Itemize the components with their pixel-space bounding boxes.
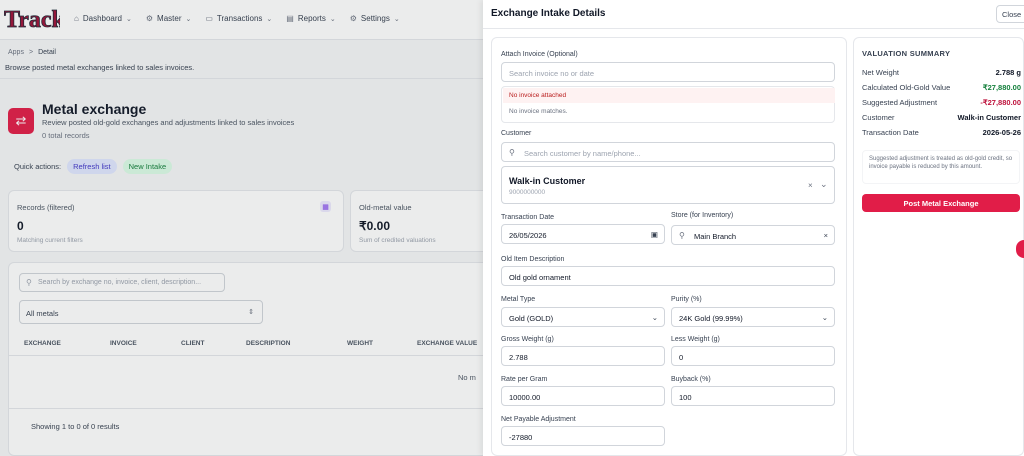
net-payable-input[interactable]: -27880: [501, 426, 665, 446]
no-invoice-matches: No invoice matches.: [509, 108, 568, 115]
chevron-down-icon[interactable]: ⌄: [820, 179, 828, 190]
invoice-alert: No invoice attached No invoice matches.: [501, 86, 835, 123]
gross-weight-input[interactable]: 2.788: [501, 346, 665, 366]
purity-select[interactable]: 24K Gold (99.99%) ⌄: [671, 307, 835, 327]
customer-search-input[interactable]: ⚲ Search customer by name/phone...: [501, 142, 835, 162]
summary-row-calculated-value: Calculated Old-Gold Value ₹27,880.00: [862, 83, 1021, 92]
customer-select[interactable]: Walk-in Customer 9000000000 × ⌄: [501, 166, 835, 204]
old-item-input[interactable]: Old gold ornament: [501, 266, 835, 286]
transaction-date-input[interactable]: 26/05/2026 ▣: [501, 224, 665, 244]
customer-name: Walk-in Customer: [509, 176, 586, 186]
metal-type-select[interactable]: Gold (GOLD) ⌄: [501, 307, 665, 327]
buyback-label: Buyback (%): [671, 376, 711, 383]
summary-row-customer: Customer Walk-in Customer: [862, 113, 1021, 122]
clear-store-icon[interactable]: ×: [824, 231, 828, 240]
metal-type-label: Metal Type: [501, 296, 536, 303]
invoice-search-input[interactable]: Search invoice no or date: [501, 62, 835, 82]
rate-label: Rate per Gram: [501, 376, 548, 383]
store-select[interactable]: ⚲ Main Branch ×: [671, 225, 835, 245]
post-metal-exchange-button[interactable]: Post Metal Exchange: [862, 194, 1020, 212]
drawer-title: Exchange Intake Details: [491, 8, 606, 19]
chevron-down-icon: ⌄: [651, 313, 658, 322]
summary-note: Suggested adjustment is treated as old-g…: [862, 150, 1020, 184]
clear-customer-icon[interactable]: ×: [808, 181, 813, 190]
gross-weight-label: Gross Weight (g): [501, 336, 554, 343]
transaction-date-label: Transaction Date: [501, 214, 555, 221]
close-button[interactable]: Close: [996, 5, 1024, 23]
purity-label: Purity (%): [671, 296, 702, 303]
buyback-input[interactable]: 100: [671, 386, 835, 406]
attach-invoice-label: Attach Invoice (Optional): [501, 51, 578, 58]
calendar-icon[interactable]: ▣: [651, 230, 658, 239]
floating-action-button[interactable]: [1016, 240, 1024, 258]
summary-row-net-weight: Net Weight 2.788 g: [862, 68, 1021, 77]
valuation-summary: VALUATION SUMMARY Net Weight 2.788 g Calc…: [853, 37, 1024, 456]
drawer-divider: [483, 28, 1024, 29]
net-payable-label: Net Payable Adjustment: [501, 416, 576, 423]
customer-label: Customer: [501, 130, 532, 137]
less-weight-input[interactable]: 0: [671, 346, 835, 366]
less-weight-label: Less Weight (g): [671, 336, 720, 343]
modal-backdrop[interactable]: [0, 0, 483, 456]
summary-row-suggested-adjustment: Suggested Adjustment -₹27,880.00: [862, 98, 1021, 107]
no-invoice-alert: No invoice attached: [503, 88, 835, 103]
store-label: Store (for Inventory): [671, 212, 734, 219]
chevron-down-icon: ⌄: [821, 313, 828, 322]
exchange-intake-drawer: Exchange Intake Details Close Attach Inv…: [483, 0, 1024, 456]
search-icon: ⚲: [679, 231, 685, 240]
summary-title: VALUATION SUMMARY: [862, 49, 951, 58]
search-icon: ⚲: [509, 148, 515, 157]
old-item-label: Old Item Description: [501, 256, 565, 263]
customer-phone: 9000000000: [509, 189, 546, 196]
rate-input[interactable]: 10000.00: [501, 386, 665, 406]
intake-form: Attach Invoice (Optional) Search invoice…: [491, 37, 847, 456]
summary-row-transaction-date: Transaction Date 2026-05-26: [862, 128, 1021, 137]
